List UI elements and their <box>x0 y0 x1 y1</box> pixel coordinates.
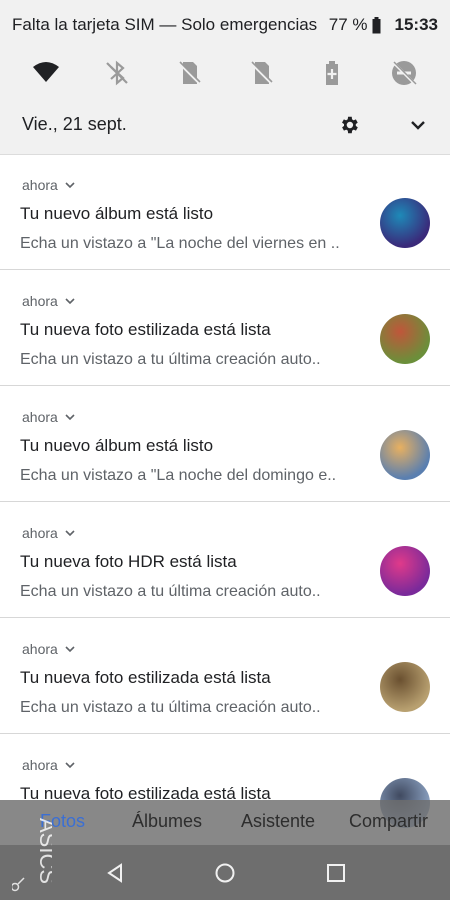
home-icon[interactable] <box>214 862 236 884</box>
notification-item[interactable]: ahora Tu nueva foto estilizada está lista… <box>0 271 450 386</box>
sim-off-icon[interactable] <box>247 59 275 87</box>
notification-time: ahora <box>22 525 76 541</box>
notification-body: Echa un vistazo a tu última creación aut… <box>20 699 321 716</box>
app-tab-bar: Fotos Álbumes Asistente Compartir <box>0 800 450 845</box>
carrier-status: Falta la tarjeta SIM — Solo emergencias <box>12 15 318 34</box>
do-not-disturb-icon[interactable] <box>390 59 418 87</box>
notification-title: Tu nuevo álbum está listo <box>20 204 214 223</box>
notification-time: ahora <box>22 409 76 425</box>
gear-icon[interactable] <box>338 114 360 136</box>
recents-icon[interactable] <box>325 862 347 884</box>
chevron-down-icon[interactable] <box>64 643 76 655</box>
notification-thumbnail <box>380 314 430 364</box>
notification-title: Tu nueva foto estilizada está lista <box>20 320 271 339</box>
notification-time-label: ahora <box>22 641 58 657</box>
system-nav-bar <box>0 845 450 900</box>
notification-item[interactable]: ahora Tu nuevo álbum está listo Echa un vi… <box>0 387 450 502</box>
notification-time-label: ahora <box>22 409 58 425</box>
sim-off-icon[interactable] <box>175 59 203 87</box>
notification-time-label: ahora <box>22 293 58 309</box>
tab-share[interactable]: Compartir <box>349 811 428 832</box>
tab-photos[interactable]: Fotos <box>40 811 85 832</box>
notification-item[interactable]: ahora Tu nueva foto HDR está lista Echa un… <box>0 503 450 618</box>
notification-time: ahora <box>22 177 76 193</box>
notification-thumbnail <box>380 198 430 248</box>
chevron-down-icon[interactable] <box>408 115 428 135</box>
status-bar: Falta la tarjeta SIM — Solo emergencias … <box>0 0 450 50</box>
back-icon[interactable] <box>104 862 126 884</box>
chevron-down-icon[interactable] <box>64 527 76 539</box>
notification-title: Tu nueva foto estilizada está lista <box>20 668 271 687</box>
notification-thumbnail <box>380 430 430 480</box>
notification-time-label: ahora <box>22 525 58 541</box>
tab-assistant[interactable]: Asistente <box>241 811 315 832</box>
tab-albums[interactable]: Álbumes <box>132 811 202 832</box>
clock: 15:33 <box>394 15 438 34</box>
notification-time: ahora <box>22 641 76 657</box>
notification-time: ahora <box>22 293 76 309</box>
date-label: Vie., 21 sept. <box>22 114 127 134</box>
notification-time-label: ahora <box>22 177 58 193</box>
battery-percent: 77 % <box>328 15 368 34</box>
chevron-down-icon[interactable] <box>64 295 76 307</box>
notification-thumbnail <box>380 546 430 596</box>
chevron-down-icon[interactable] <box>64 179 76 191</box>
notification-body: Echa un vistazo a "La noche del domingo … <box>20 467 337 484</box>
notification-thumbnail <box>380 662 430 712</box>
bluetooth-off-icon[interactable] <box>103 59 131 87</box>
wifi-icon[interactable] <box>32 59 60 87</box>
battery-saver-icon[interactable] <box>318 59 346 87</box>
quick-settings-row <box>0 50 450 95</box>
chevron-down-icon[interactable] <box>64 411 76 423</box>
chevron-down-icon[interactable] <box>64 759 76 771</box>
notification-item[interactable]: ahora Tu nueva foto estilizada está lista… <box>0 619 450 734</box>
notification-body: Echa un vistazo a "La noche del viernes … <box>20 235 340 252</box>
notification-title: Tu nueva foto HDR está lista <box>20 552 237 571</box>
notification-time-label: ahora <box>22 757 58 773</box>
shade-header: Vie., 21 sept. <box>0 95 450 155</box>
notification-body: Echa un vistazo a tu última creación aut… <box>20 583 321 600</box>
battery-icon <box>372 16 381 33</box>
notification-body: Echa un vistazo a tu última creación aut… <box>20 351 321 368</box>
notification-title: Tu nuevo álbum está listo <box>20 436 214 455</box>
notification-time: ahora <box>22 757 76 773</box>
notification-item[interactable]: ahora Tu nuevo álbum está listo Echa un vi… <box>0 155 450 270</box>
